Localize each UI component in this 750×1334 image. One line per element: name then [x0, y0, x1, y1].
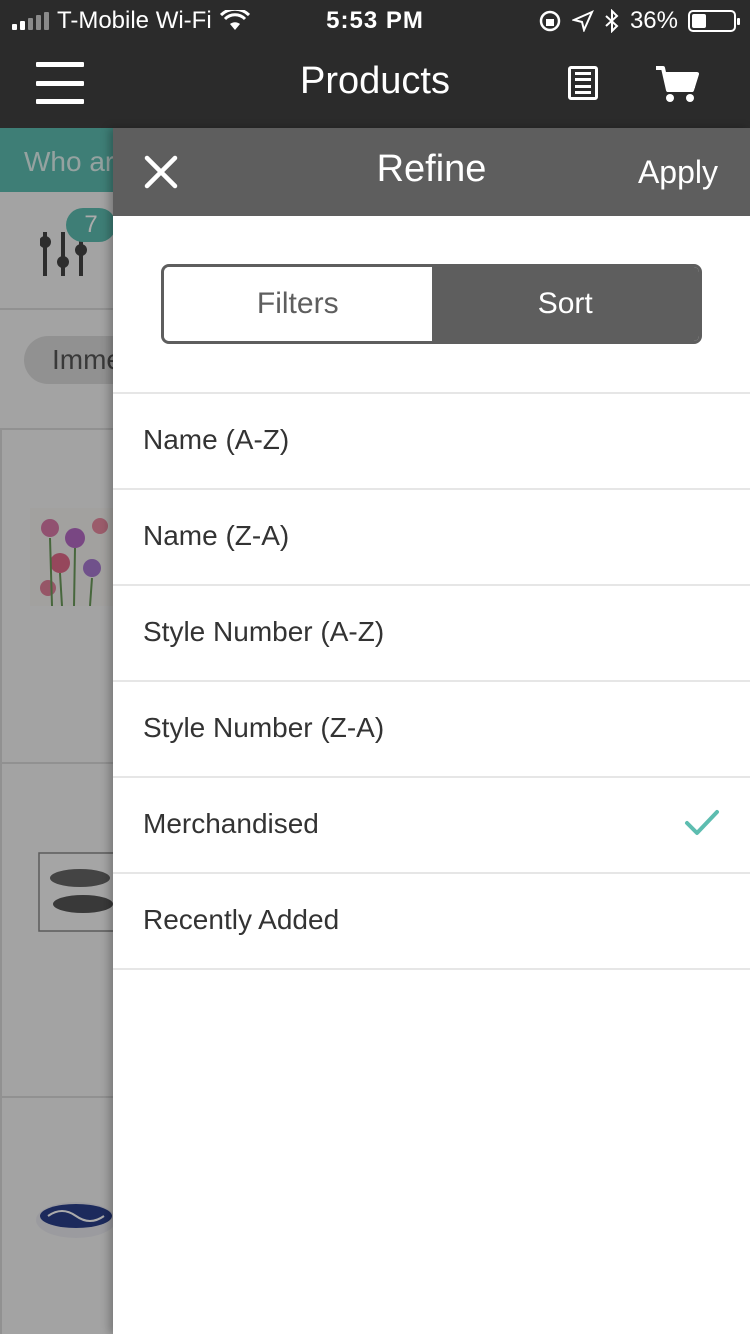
status-bar: T-Mobile Wi-Fi 5:53 PM 36%	[0, 0, 750, 40]
cart-icon[interactable]	[654, 64, 700, 104]
sort-option-label: Recently Added	[143, 904, 340, 935]
sort-option-merchandised[interactable]: Merchandised	[113, 778, 750, 874]
tab-sort[interactable]: Sort	[431, 267, 699, 341]
sort-option-style-asc[interactable]: Style Number (A-Z)	[113, 586, 750, 682]
sort-option-name-desc[interactable]: Name (Z-A)	[113, 490, 750, 586]
tab-filters[interactable]: Filters	[164, 267, 432, 341]
app-header: Products	[0, 40, 750, 128]
battery-icon	[688, 10, 740, 32]
drawer-header: Refine Apply	[113, 128, 750, 216]
location-arrow-icon	[571, 10, 594, 32]
sort-option-label: Style Number (A-Z)	[143, 616, 385, 647]
checkmark-icon	[685, 810, 719, 835]
sort-option-label: Merchandised	[143, 808, 319, 839]
page-title: Products	[300, 60, 450, 102]
bluetooth-icon	[605, 9, 619, 33]
sort-option-label: Name (Z-A)	[143, 520, 290, 551]
sort-option-label: Style Number (Z-A)	[143, 712, 385, 743]
sort-option-name-asc[interactable]: Name (A-Z)	[113, 394, 750, 490]
refine-drawer: Refine Apply Filters Sort Name (A-Z) Nam…	[113, 128, 750, 1334]
apply-button[interactable]: Apply	[638, 154, 718, 191]
battery-percent: 36%	[629, 7, 678, 34]
sort-option-style-desc[interactable]: Style Number (Z-A)	[113, 682, 750, 778]
list-icon[interactable]	[568, 66, 598, 100]
sort-option-label: Name (A-Z)	[143, 424, 290, 455]
sort-options-list: Name (A-Z) Name (Z-A) Style Number (A-Z)…	[113, 392, 750, 970]
sort-option-recently-added[interactable]: Recently Added	[113, 874, 750, 970]
filter-sort-toggle: Filters Sort	[161, 264, 702, 344]
orientation-lock-icon	[539, 10, 561, 32]
